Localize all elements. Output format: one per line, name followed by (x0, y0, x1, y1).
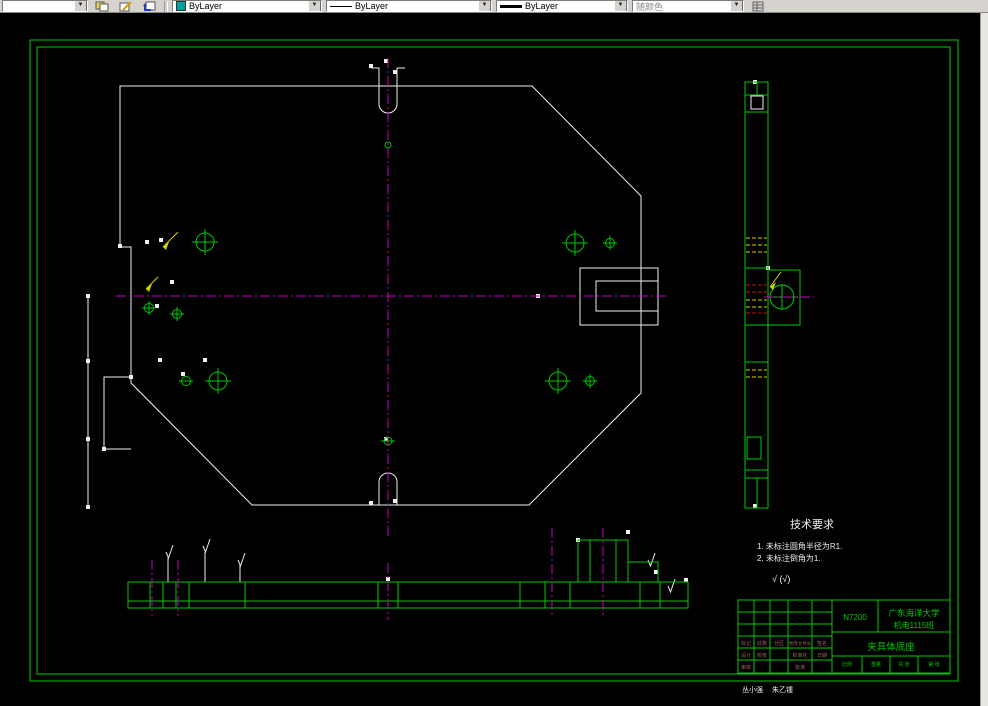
color-control[interactable]: ByLayer ▼ (172, 0, 322, 12)
cell-label: 重量 (871, 661, 881, 668)
toolbar-separator (164, 0, 168, 12)
color-control-value: ByLayer (189, 1, 223, 11)
red-hidden-lines (746, 284, 767, 314)
cell-label: 校核 (757, 652, 767, 659)
cell-label: 审核 (741, 664, 751, 671)
cell-label: 批准 (795, 664, 805, 671)
cell-label: 标准化 (792, 652, 807, 659)
designer-name: 丛小强 (742, 685, 763, 694)
bottom-view (127, 539, 689, 609)
properties-toolbar: ▼ ByLayer ▼ ByLayer ▼ ByLayer ▼ 随颜色 ▼ (0, 0, 988, 13)
tech-note-1: 1. 未标注圆角半径为R1. (757, 541, 842, 551)
cell-label: 设计 (741, 652, 751, 659)
finish-mark (202, 538, 211, 554)
layer-control[interactable]: ▼ (2, 0, 88, 12)
cell-label: 第 张 (928, 661, 939, 668)
centerlines (116, 58, 814, 620)
color-swatch-icon (176, 1, 186, 11)
finish-mark (667, 578, 676, 594)
finish-mark (165, 544, 174, 560)
tech-requirements: 技术要求 1. 未标注圆角半径为R1. 2. 未标注倒角为1. √ (√) 丛小… (742, 518, 842, 694)
lineweight-control[interactable]: ByLayer ▼ (496, 0, 628, 12)
finish-leaders (167, 552, 241, 582)
lineweight-control-value: ByLayer (525, 1, 559, 11)
make-object-layer-current-button[interactable] (116, 0, 136, 12)
hole (142, 301, 156, 315)
title-block-text: N7200 广东海洋大学 机电1115班 夹具体底座 比例 重量 共 张 第 张 (842, 608, 940, 668)
hole (603, 236, 617, 250)
cell-label: 共 张 (898, 661, 909, 668)
hole (545, 368, 571, 394)
main-view-outline (87, 67, 764, 594)
yellow-arrowheads (146, 242, 776, 292)
tech-note-2: 2. 未标注倒角为1. (757, 553, 821, 563)
cell-label: 更改文件号 (789, 640, 812, 647)
green-geometry (127, 81, 951, 674)
linetype-control-value: ByLayer (355, 1, 389, 11)
finish-mark (647, 552, 656, 568)
hole (583, 374, 597, 388)
cell-label: 比例 (842, 661, 852, 668)
make-object-layer-current-icon (119, 0, 132, 11)
drawing-frame (29, 39, 959, 682)
cell-label: 标记 (741, 640, 751, 647)
grip-points (86, 59, 770, 582)
plotstyle-control-value: 随颜色 (636, 1, 664, 12)
layer-properties-button[interactable] (92, 0, 112, 12)
linetype-swatch-icon (330, 5, 352, 7)
layer-previous-icon (143, 1, 156, 11)
hole (179, 376, 193, 386)
chevron-down-icon[interactable]: ▼ (730, 1, 743, 11)
chevron-down-icon[interactable]: ▼ (478, 1, 491, 11)
linetype-control[interactable]: ByLayer ▼ (326, 0, 492, 12)
vertical-scrollbar[interactable] (980, 13, 988, 706)
lineweight-swatch-icon (500, 4, 522, 8)
tech-requirements-title: 技术要求 (790, 518, 834, 531)
toolbar-grid-icon (752, 1, 764, 11)
class-name: 机电1115班 (894, 620, 935, 630)
yellow-marks (145, 231, 782, 378)
hole (170, 307, 184, 321)
drawing-number: N7200 (843, 613, 867, 622)
hole (205, 368, 231, 394)
cell-label: 日期 (817, 653, 827, 659)
cell-label: 处数 (757, 640, 767, 647)
school-name: 广东海洋大学 (888, 608, 940, 618)
layer-previous-button[interactable] (140, 0, 160, 12)
part-name: 夹具体底座 (867, 641, 915, 653)
cell-label: 签名 (817, 640, 827, 647)
plotstyle-control[interactable]: 随颜色 ▼ (632, 0, 744, 12)
checker-name: 朱乙锺 (772, 685, 793, 694)
drawing-canvas[interactable]: 技术要求 1. 未标注圆角半径为R1. 2. 未标注倒角为1. √ (√) 丛小… (0, 0, 988, 706)
left-notch (103, 376, 131, 450)
finish-mark (237, 552, 246, 568)
hole (562, 230, 588, 256)
finish-note: √ (√) (772, 574, 790, 584)
hole (192, 229, 218, 255)
chevron-down-icon[interactable]: ▼ (308, 1, 321, 11)
cell-label: 分区 (774, 640, 784, 647)
chevron-down-icon[interactable]: ▼ (74, 1, 87, 11)
side-view (744, 81, 801, 509)
chevron-down-icon[interactable]: ▼ (614, 1, 627, 11)
layer-properties-icon (95, 1, 109, 11)
side-view-detail (750, 95, 764, 110)
toolbar-options-button[interactable] (748, 0, 768, 12)
